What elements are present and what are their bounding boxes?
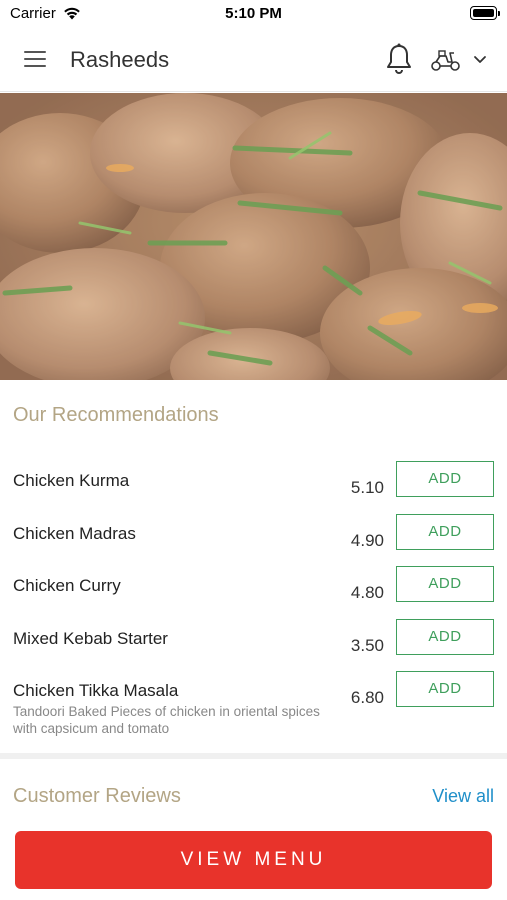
food-dish-photo bbox=[0, 93, 507, 380]
add-button[interactable]: ADD bbox=[396, 461, 494, 497]
view-all-reviews-link[interactable]: View all bbox=[432, 786, 494, 807]
hamburger-menu-icon[interactable] bbox=[22, 48, 48, 70]
add-button[interactable]: ADD bbox=[396, 671, 494, 707]
food-dish-illustration bbox=[0, 93, 507, 380]
item-price: 5.10 bbox=[350, 478, 384, 497]
view-menu-button[interactable]: VIEW MENU bbox=[15, 831, 492, 889]
restaurant-title: Rasheeds bbox=[70, 47, 170, 72]
recommendations-heading: Our Recommendations bbox=[13, 404, 219, 426]
item-price: 3.50 bbox=[350, 636, 384, 655]
bell-icon[interactable] bbox=[384, 42, 414, 76]
item-price: 4.90 bbox=[350, 531, 384, 550]
scooter-icon[interactable] bbox=[430, 48, 462, 72]
add-button[interactable]: ADD bbox=[396, 619, 494, 655]
top-navigation-bar: Rasheeds bbox=[0, 28, 507, 92]
item-name: Chicken Kurma bbox=[13, 471, 130, 490]
item-name: Chicken Tikka Masala bbox=[13, 681, 179, 700]
section-divider bbox=[0, 753, 507, 759]
item-name: Chicken Curry bbox=[13, 576, 121, 595]
add-button[interactable]: ADD bbox=[396, 514, 494, 550]
status-bar: Carrier 5:10 PM bbox=[0, 0, 507, 28]
battery-icon bbox=[470, 6, 500, 20]
add-button[interactable]: ADD bbox=[396, 566, 494, 602]
item-price: 4.80 bbox=[350, 583, 384, 602]
customer-reviews-heading: Customer Reviews bbox=[13, 785, 181, 807]
item-name: Mixed Kebab Starter bbox=[13, 629, 168, 648]
chevron-down-icon[interactable] bbox=[472, 52, 488, 68]
item-description: Tandoori Baked Pieces of chicken in orie… bbox=[13, 704, 320, 736]
item-price: 6.80 bbox=[350, 688, 384, 707]
status-time: 5:10 PM bbox=[225, 5, 282, 22]
item-name: Chicken Madras bbox=[13, 524, 136, 543]
